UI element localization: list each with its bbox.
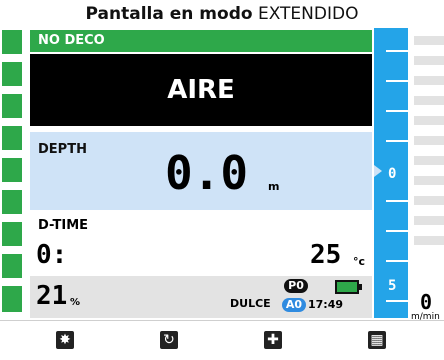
left-segment bbox=[2, 94, 22, 118]
no-deco-label: NO DECO bbox=[38, 33, 105, 48]
left-segment bbox=[2, 190, 22, 214]
ascent-rate-bar bbox=[414, 216, 444, 225]
refresh-button[interactable]: ↻ bbox=[160, 331, 178, 349]
caption-mode: EXTENDIDO bbox=[257, 4, 359, 24]
scale-tick bbox=[386, 200, 408, 202]
depth-pointer-icon bbox=[374, 165, 382, 177]
scale-tick bbox=[386, 80, 408, 82]
profile-p-badge: P0 bbox=[284, 279, 308, 293]
left-segment bbox=[2, 62, 22, 86]
divider bbox=[0, 320, 444, 321]
scale-mark-five: 5 bbox=[388, 278, 397, 294]
left-segment bbox=[2, 286, 22, 312]
dive-time-value: 0: bbox=[36, 240, 68, 270]
temperature-unit: °c bbox=[353, 255, 366, 268]
grid-button[interactable]: ▦ bbox=[368, 331, 386, 349]
caption-prefix: Pantalla en modo bbox=[85, 4, 253, 24]
dive-time-label: D-TIME bbox=[38, 218, 89, 233]
scale-tick bbox=[386, 260, 408, 262]
depth-value: 0.0 bbox=[165, 146, 249, 200]
battery-icon bbox=[335, 280, 359, 294]
water-type: DULCE bbox=[230, 297, 271, 310]
ascent-rate-bar bbox=[414, 176, 444, 185]
ascent-rate-bar bbox=[414, 56, 444, 65]
status-strip: 21 % DULCE P0 A0 17:49 bbox=[30, 276, 372, 318]
refresh-icon: ↻ bbox=[163, 332, 175, 348]
ascent-rate-bar bbox=[414, 96, 444, 105]
ascent-rate-bar bbox=[414, 136, 444, 145]
scale-tick bbox=[386, 50, 408, 52]
oxygen-unit: % bbox=[70, 297, 81, 308]
profile-a-badge: A0 bbox=[282, 298, 306, 312]
ascent-rate-bar bbox=[414, 236, 444, 245]
ascent-rate-bar bbox=[414, 116, 444, 125]
depth-unit: m bbox=[268, 180, 280, 193]
scale-tick bbox=[386, 300, 408, 302]
light-button[interactable]: ✸ bbox=[56, 331, 74, 349]
depth-panel: DEPTH 0.0 m bbox=[30, 132, 372, 210]
scale-tick bbox=[386, 140, 408, 142]
caption: Pantalla en modo EXTENDIDO bbox=[0, 4, 444, 24]
ascent-rate-bar bbox=[414, 76, 444, 85]
depth-label: DEPTH bbox=[38, 142, 87, 157]
grid-icon: ▦ bbox=[370, 332, 384, 348]
ascent-rate-bar bbox=[414, 156, 444, 165]
scale-mark-zero: 0 bbox=[388, 166, 397, 182]
plus-button[interactable]: ✚ bbox=[264, 331, 282, 349]
left-segment bbox=[2, 30, 22, 54]
left-segment bbox=[2, 158, 22, 182]
depth-scale: 0 5 bbox=[374, 28, 408, 318]
ascent-rate-bar bbox=[414, 36, 444, 45]
temperature-value: 25 bbox=[310, 240, 342, 270]
ascent-rate-value: 0 bbox=[420, 290, 433, 314]
oxygen-value: 21 bbox=[36, 281, 68, 311]
scale-tick bbox=[386, 230, 408, 232]
dive-computer-screen: NO DECO AIRE DEPTH 0.0 m D-TIME 0: 25 °c… bbox=[0, 28, 444, 322]
left-segment bbox=[2, 126, 22, 150]
clock: 17:49 bbox=[308, 298, 344, 311]
light-icon: ✸ bbox=[59, 332, 71, 348]
gas-label: AIRE bbox=[30, 54, 372, 126]
scale-tick bbox=[386, 110, 408, 112]
no-deco-bar: NO DECO bbox=[30, 30, 372, 52]
battery-tip bbox=[359, 284, 362, 290]
ascent-rate-bar bbox=[414, 196, 444, 205]
left-segment bbox=[2, 222, 22, 246]
left-segment bbox=[2, 254, 22, 278]
plus-icon: ✚ bbox=[267, 332, 279, 348]
